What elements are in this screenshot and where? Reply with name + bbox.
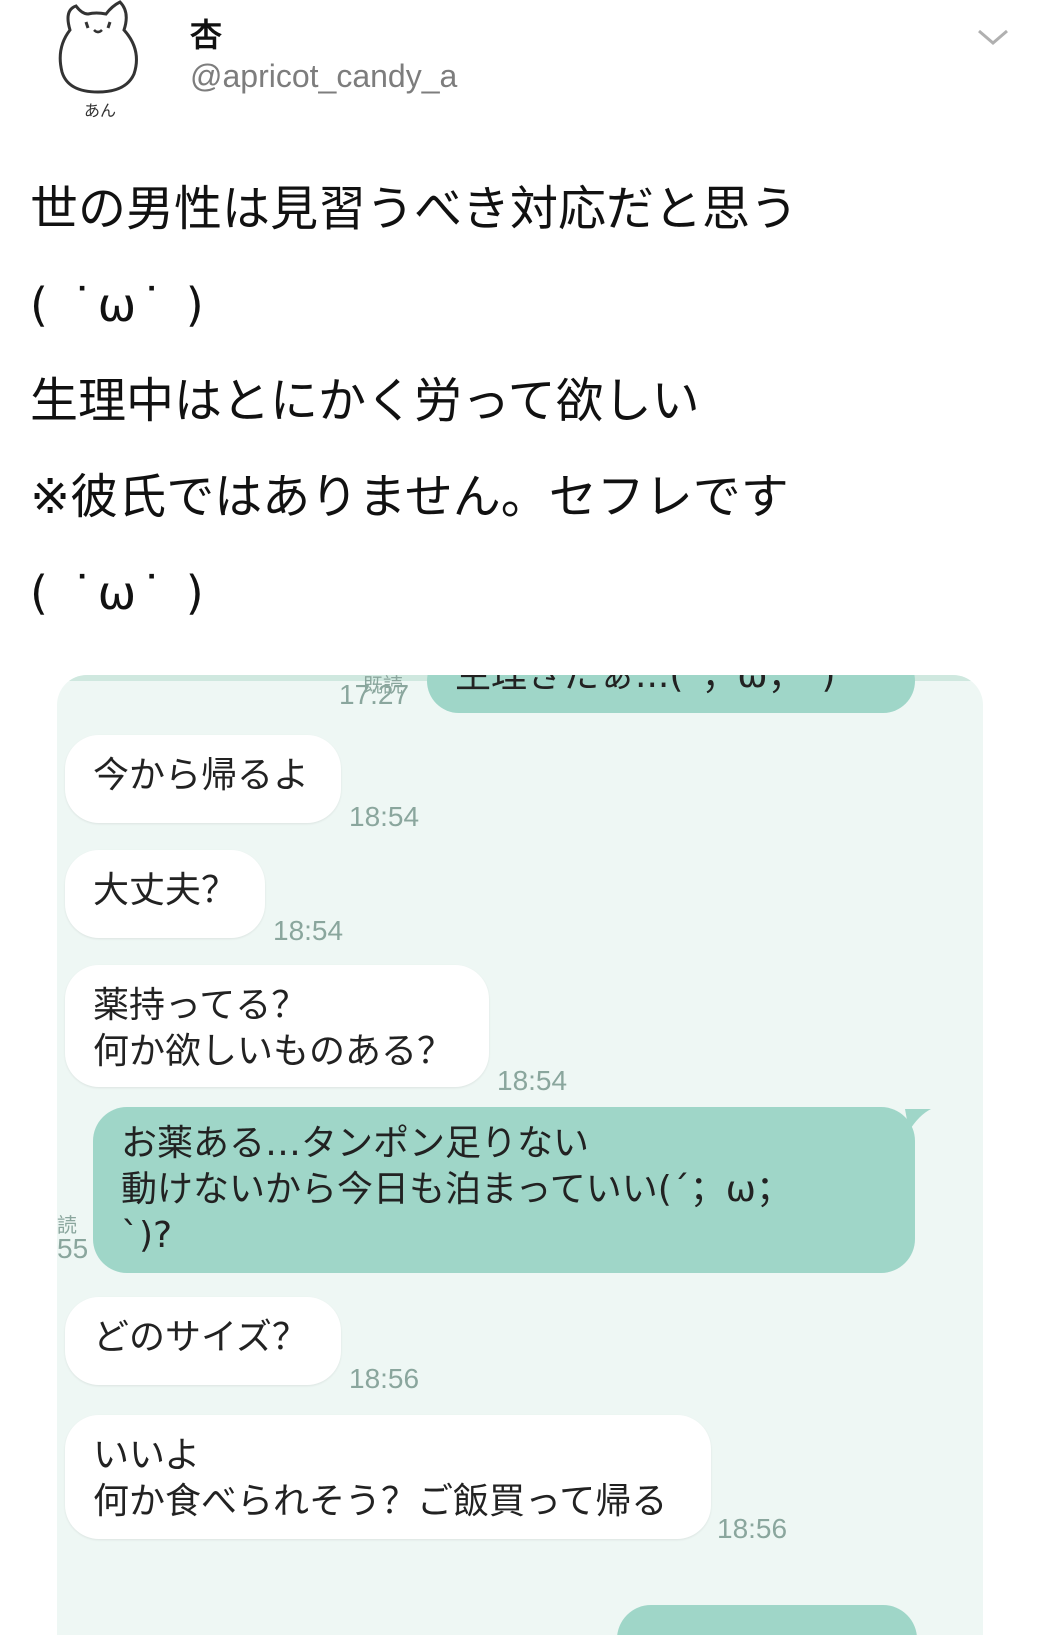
avatar-icon[interactable]: あん [50, 0, 150, 125]
outgoing-message[interactable]: 生理きたぁ...(´；ω；`) [427, 675, 915, 713]
outgoing-message-partial[interactable] [617, 1605, 917, 1635]
tweet-line: 世の男性は見習うべき対応だと思う [30, 181, 799, 237]
tweet-line: ( ˙ω˙ ) [30, 278, 208, 332]
incoming-message[interactable]: どのサイズ？ [65, 1297, 341, 1385]
message-text: 大丈夫？ [93, 870, 238, 911]
avatar-caption: あん [84, 101, 116, 120]
tweet-line: ※彼氏ではありません。セフレです [30, 469, 789, 525]
incoming-message[interactable]: 大丈夫？ [65, 850, 265, 938]
message-text: 今から帰るよ [93, 755, 310, 796]
message-text: お薬ある…タンポン足りない [121, 1123, 590, 1164]
message-text: 薬持ってる？ [93, 985, 308, 1026]
bubble-tail-icon [905, 1109, 931, 1131]
message-text: 何か食べられそう？ご飯買って帰る [93, 1481, 668, 1522]
message-timestamp: 18:56 [717, 1513, 788, 1544]
outgoing-message[interactable]: お薬ある…タンポン足りない 動けないから今日も泊まっていい(´；ω； `)? [93, 1107, 915, 1273]
message-text: いいよ [93, 1435, 201, 1476]
chat-screenshot[interactable]: 既読 17:27 生理きたぁ...(´；ω；`) 今から帰るよ 18:54 大丈… [57, 675, 983, 1635]
tweet-line: ( ˙ω˙ ) [30, 566, 208, 620]
incoming-message[interactable]: 薬持ってる？ 何か欲しいものある？ [65, 965, 489, 1087]
message-text: `)? [121, 1215, 173, 1256]
message-timestamp: 18:54 [349, 801, 420, 832]
tweet-header: あん 杏 @apricot_candy_a [0, 0, 1051, 140]
incoming-message[interactable]: いいよ 何か食べられそう？ご飯買って帰る [65, 1415, 711, 1539]
message-timestamp: 55 [57, 1233, 89, 1264]
tweet-text: 世の男性は見習うべき対応だと思う ( ˙ω˙ ) 生理中はとにかく労って欲しい … [30, 178, 1020, 658]
chevron-down-icon[interactable] [975, 25, 1011, 49]
message-timestamp: 17:27 [339, 679, 410, 710]
display-name[interactable]: 杏 [190, 10, 222, 56]
message-timestamp: 18:56 [349, 1363, 420, 1394]
message-text: 何か欲しいものある？ [93, 1031, 454, 1072]
message-text: 動けないから今日も泊まっていい(´；ω； [121, 1169, 792, 1210]
message-timestamp: 18:54 [273, 915, 344, 946]
incoming-message[interactable]: 今から帰るよ [65, 735, 341, 823]
message-timestamp: 18:54 [497, 1065, 568, 1096]
user-handle[interactable]: @apricot_candy_a [190, 58, 457, 95]
tweet-line: 生理中はとにかく労って欲しい [30, 373, 700, 429]
message-text: どのサイズ？ [93, 1317, 308, 1358]
message-text: 生理きたぁ...(´；ω；`) [455, 675, 836, 696]
